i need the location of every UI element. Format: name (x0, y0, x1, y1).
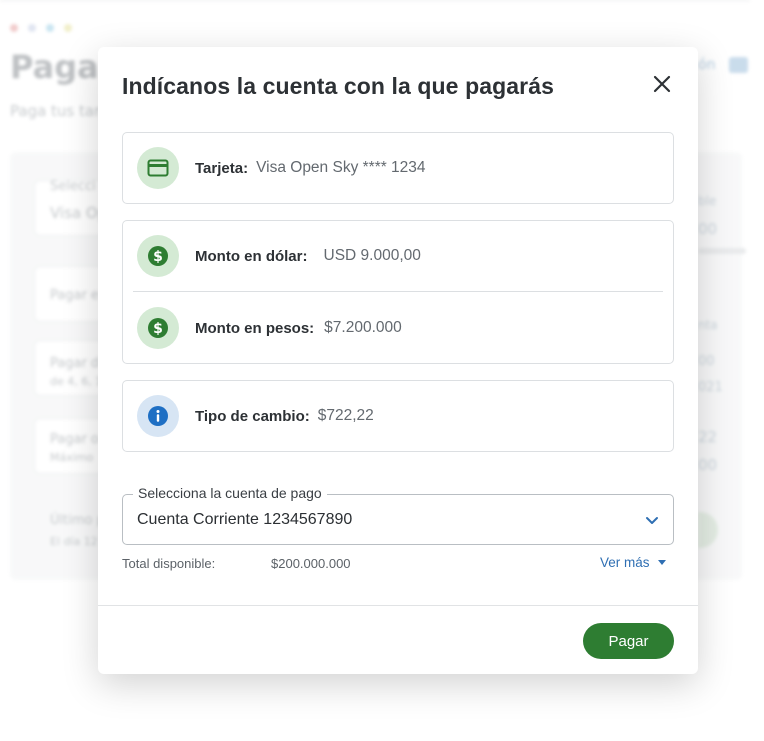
background-text: ble (698, 194, 717, 208)
exchange-rate-label: Tipo de cambio: (195, 407, 310, 425)
background-text: Máximo (50, 451, 94, 464)
background-text: 00 (698, 354, 715, 369)
background-text: 021 (698, 380, 723, 395)
info-icon (137, 395, 179, 437)
account-select-value: Cuenta Corriente 1234567890 (137, 511, 353, 528)
dollar-icon: $ (137, 235, 179, 277)
card-info-box: Tarjeta: Visa Open Sky **** 1234 (122, 132, 674, 204)
exchange-rate-row: Tipo de cambio: $722,22 (137, 395, 374, 437)
svg-text:$: $ (153, 321, 163, 337)
background-page-subtitle: Paga tus tarj (10, 102, 105, 120)
chevron-down-icon (646, 517, 658, 524)
card-row: Tarjeta: Visa Open Sky **** 1234 (137, 147, 426, 189)
exchange-rate-box: Tipo de cambio: $722,22 (122, 380, 674, 452)
window-dot (64, 24, 72, 32)
close-button[interactable] (650, 72, 674, 96)
amount-clp-row: $ Monto en pesos: $7.200.000 (137, 307, 402, 349)
background-text: Selecci (50, 179, 96, 194)
amounts-box: $ Monto en dólar: USD 9.000,00 $ Monto e… (122, 220, 674, 364)
background-text: 22 (698, 428, 718, 446)
background-text: de 4, 6, 1 (50, 375, 103, 388)
modal-title: Indícanos la cuenta con la que pagarás (122, 73, 554, 99)
caret-down-icon (657, 559, 666, 565)
background-progress-bar (698, 248, 746, 254)
top-border (0, 0, 750, 1)
available-total-label: Total disponible: (122, 556, 216, 571)
background-text: El día 12 (50, 535, 98, 548)
amount-usd-row: $ Monto en dólar: USD 9.000,00 (137, 235, 421, 277)
dollar-icon: $ (137, 307, 179, 349)
available-total-value: $200.000.000 (271, 556, 351, 571)
card-label: Tarjeta: (195, 159, 249, 177)
amount-clp-label: Monto en pesos: (195, 319, 315, 337)
window-dot (46, 24, 54, 32)
account-select[interactable]: Selecciona la cuenta de pago Cuenta Corr… (122, 485, 674, 545)
chat-icon (729, 57, 748, 73)
window-dots (10, 24, 72, 32)
amount-clp-value: $7.200.000 (324, 319, 402, 336)
see-more-link[interactable]: Ver más (600, 555, 666, 570)
background-help-link: ón (698, 57, 716, 73)
exchange-rate-value: $722,22 (317, 407, 374, 424)
background-text: 00 (698, 456, 718, 474)
background-text: 00 (698, 220, 718, 238)
amount-usd-value: USD 9.000,00 (323, 247, 421, 264)
amount-usd-label: Monto en dólar: (195, 247, 308, 265)
background-text: Último p (50, 513, 105, 528)
divider (133, 291, 663, 292)
background-text: nta (698, 318, 718, 332)
svg-text:$: $ (153, 249, 163, 265)
credit-card-icon (137, 147, 179, 189)
background-text: Pagar o (50, 432, 99, 447)
footer-divider (98, 605, 698, 606)
background-text: Pagar d (50, 356, 100, 371)
window-dot (28, 24, 36, 32)
close-icon (653, 75, 671, 93)
card-value: Visa Open Sky **** 1234 (256, 159, 426, 176)
background-text: Pagar e (50, 288, 99, 303)
see-more-label: Ver más (600, 555, 650, 570)
payment-account-modal: Indícanos la cuenta con la que pagarás T… (98, 47, 698, 674)
account-select-label: Selecciona la cuenta de pago (133, 485, 327, 501)
window-dot (10, 24, 18, 32)
pay-button[interactable]: Pagar (583, 623, 674, 659)
